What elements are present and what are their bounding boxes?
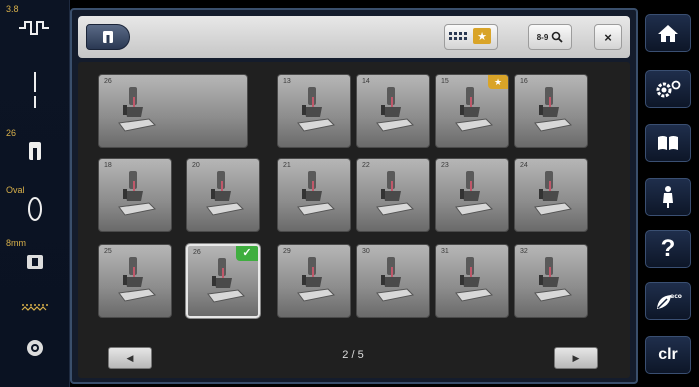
tutorial-button[interactable]	[645, 124, 691, 162]
presser-foot-tile[interactable]: 14	[356, 74, 430, 148]
gear-icon	[656, 80, 681, 98]
selected-check-icon: ✓	[236, 246, 258, 261]
home-button[interactable]	[645, 14, 691, 52]
stitch-length-icon[interactable]	[0, 70, 70, 115]
presser-foot-tile[interactable]: 22	[356, 158, 430, 232]
eco-leaf-icon: eco	[657, 293, 682, 309]
function-sidebar: ? eco clr	[638, 0, 699, 387]
toolbar: ★ 8-9 ×	[78, 16, 630, 58]
eco-button[interactable]: eco	[645, 282, 691, 320]
presser-foot-image-icon	[118, 171, 157, 216]
book-icon	[658, 136, 678, 150]
presser-foot-image-icon	[376, 171, 415, 216]
bobbin-icon[interactable]	[0, 338, 70, 363]
needle-plate-oval-icon[interactable]	[0, 195, 70, 228]
search-label: 8-9	[536, 32, 549, 42]
presser-foot-tile[interactable]: 25	[98, 244, 172, 318]
presser-foot-image-icon	[534, 87, 573, 132]
presser-foot-image-icon	[534, 171, 573, 216]
presser-foot-tile[interactable]: 32	[514, 244, 588, 318]
presser-foot-icon	[103, 31, 113, 43]
presser-foot-tile[interactable]: 20	[186, 158, 260, 232]
presser-foot-tile[interactable]: 23	[435, 158, 509, 232]
needle-label: Oval	[6, 185, 25, 195]
close-icon: ×	[604, 29, 612, 45]
presser-foot-tab-button[interactable]	[86, 24, 130, 50]
help-icon: ?	[660, 235, 676, 262]
home-icon	[658, 25, 678, 42]
presser-foot-tile[interactable]: 29	[277, 244, 351, 318]
presser-foot-tile[interactable]: 24	[514, 158, 588, 232]
presser-foot-image-icon	[297, 257, 336, 302]
favorite-star-icon: ★	[488, 75, 508, 89]
presser-foot-image-icon	[297, 171, 336, 216]
presser-foot-tile[interactable]: 26	[98, 74, 248, 148]
presser-foot-tile[interactable]: 18	[98, 158, 172, 232]
clear-button[interactable]: clr	[645, 336, 691, 374]
presser-foot-image-icon	[455, 171, 494, 216]
status-sidebar: 3.8 26 Oval 8mm	[0, 0, 70, 387]
presser-foot-tile[interactable]: 26 ✓	[186, 244, 260, 318]
search-icon	[551, 31, 563, 43]
stitch-plate-icon[interactable]	[0, 254, 70, 275]
presser-foot-image-icon	[297, 87, 336, 132]
dress-form-icon	[663, 186, 673, 208]
thread-label: 8mm	[6, 238, 26, 248]
presser-foot-tile[interactable]: 30	[356, 244, 430, 318]
presser-foot-tile[interactable]: 15 ★	[435, 74, 509, 148]
presser-foot-tile[interactable]: 13	[277, 74, 351, 148]
page-indicator: 2 / 5	[342, 349, 364, 361]
presser-foot-tile[interactable]: 16	[514, 74, 588, 148]
presser-foot-image-icon	[376, 257, 415, 302]
presser-foot-image-icon	[206, 171, 245, 216]
presser-foot-indicator-icon[interactable]	[0, 140, 70, 167]
close-button[interactable]: ×	[594, 24, 622, 50]
consultant-button[interactable]	[645, 178, 691, 216]
stitch-width-value: 26	[6, 128, 17, 138]
presser-foot-image-icon	[455, 257, 494, 302]
top-value: 3.8	[6, 4, 19, 14]
presser-foot-image-icon	[534, 257, 573, 302]
presser-foot-image-icon	[376, 87, 415, 132]
presser-foot-selection-window: ★ 8-9 × ★ 26 131415★16 182021222324 2526✓29…	[70, 8, 638, 384]
feed-dog-icon[interactable]	[0, 300, 70, 318]
presser-foot-image-icon	[118, 257, 157, 302]
presser-foot-image-icon	[118, 87, 157, 132]
search-button[interactable]: 8-9	[528, 24, 572, 50]
stitch-pattern-icon[interactable]	[0, 16, 70, 45]
settings-button[interactable]	[645, 70, 691, 108]
grid-favorites-icon: ★	[449, 28, 491, 44]
svg-text:★: ★	[477, 30, 487, 43]
help-button[interactable]: ?	[645, 230, 691, 268]
presser-foot-tile[interactable]: 21	[277, 158, 351, 232]
next-page-button[interactable]: ▶	[554, 347, 598, 369]
favorites-view-button[interactable]: ★	[444, 24, 498, 50]
clear-label: clr	[658, 346, 678, 363]
presser-foot-tile[interactable]: 31	[435, 244, 509, 318]
svg-text:eco: eco	[670, 293, 682, 300]
previous-page-button[interactable]: ◀	[108, 347, 152, 369]
presser-foot-grid: ★ 26 131415★16 182021222324 2526✓29303132 ◀…	[78, 62, 630, 378]
